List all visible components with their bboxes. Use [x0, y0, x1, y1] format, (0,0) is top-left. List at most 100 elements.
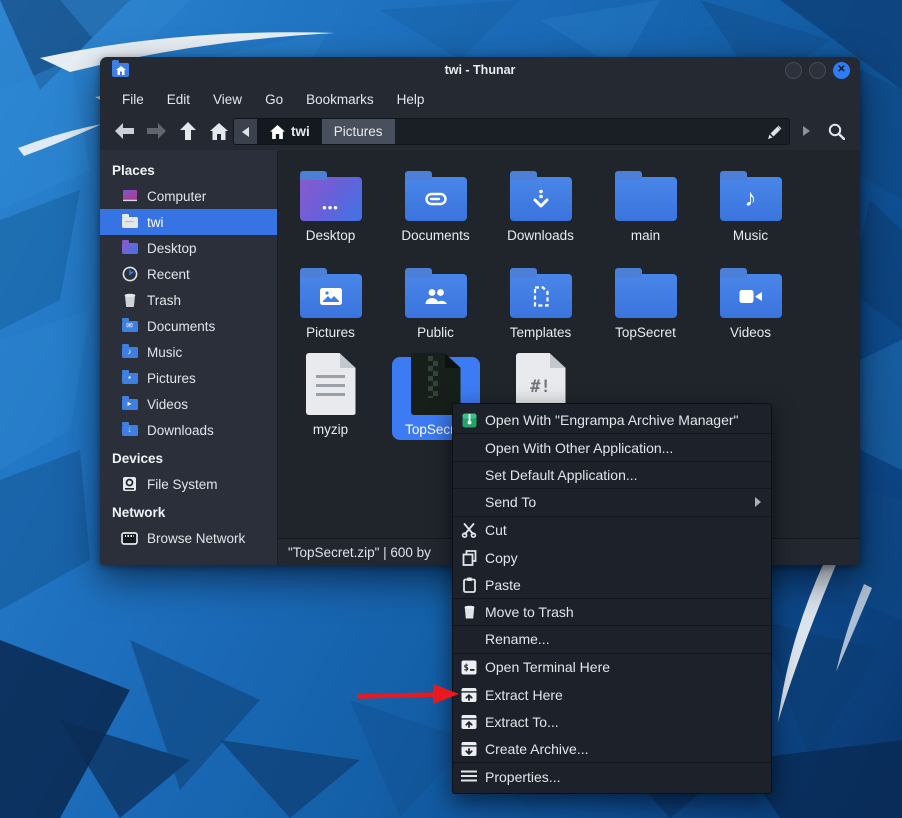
menu-item-paste[interactable]: Paste — [453, 571, 771, 598]
file-public[interactable]: Public — [383, 260, 488, 357]
engrampa-icon — [461, 412, 477, 428]
menu-help[interactable]: Help — [388, 89, 434, 110]
sidebar-item-twi[interactable]: — twi — [100, 209, 277, 235]
close-button[interactable] — [833, 62, 850, 79]
path-crumb-pictures[interactable]: Pictures — [322, 119, 395, 144]
video-camera-icon — [739, 289, 763, 304]
sidebar-item-pictures[interactable]: ▪ Pictures — [100, 365, 277, 391]
trash-icon — [121, 292, 138, 309]
file-myzip[interactable]: myzip — [278, 357, 383, 454]
extract-icon — [461, 687, 477, 703]
sidebar-item-browse-network[interactable]: Browse Network — [100, 525, 277, 551]
menu-item-rename[interactable]: Rename... — [453, 626, 771, 653]
home-icon — [270, 125, 285, 139]
menu-item-open-with-engrampa[interactable]: Open With "Engrampa Archive Manager" — [453, 407, 771, 434]
menu-item-extract-to[interactable]: Extract To... — [453, 708, 771, 735]
toolbar: twi Pictures — [100, 113, 860, 150]
sidebar-item-downloads[interactable]: ↓ Downloads — [100, 417, 277, 443]
sidebar-item-recent[interactable]: Recent — [100, 261, 277, 287]
file-documents[interactable]: Documents — [383, 163, 488, 260]
text-file-icon — [306, 353, 356, 415]
menu-item-open-terminal-here[interactable]: $ Open Terminal Here — [453, 654, 771, 681]
sidebar-item-trash[interactable]: Trash — [100, 287, 277, 313]
menu-go[interactable]: Go — [256, 89, 292, 110]
menu-item-properties[interactable]: Properties... — [453, 763, 771, 790]
sidebar-item-computer[interactable]: Computer — [100, 183, 277, 209]
downloads-folder-icon: ↓ — [121, 422, 138, 439]
menu-bookmarks[interactable]: Bookmarks — [297, 89, 383, 110]
sidebar-item-file-system[interactable]: File System — [100, 471, 277, 497]
sidebar-item-documents[interactable]: ✉ Documents — [100, 313, 277, 339]
menu-item-move-to-trash[interactable]: Move to Trash — [453, 599, 771, 626]
menu-item-send-to[interactable]: Send To — [453, 489, 771, 516]
search-button[interactable] — [822, 118, 850, 144]
status-text: "TopSecret.zip" | 600 by — [288, 545, 431, 560]
sidebar-header-places: Places — [100, 158, 277, 183]
clipboard-icon — [461, 577, 477, 593]
file-main[interactable]: main — [593, 163, 698, 260]
home-button[interactable] — [207, 119, 231, 143]
documents-folder-icon — [405, 177, 467, 221]
videos-folder-icon — [720, 274, 782, 318]
scissors-icon — [461, 522, 477, 538]
file-desktop[interactable]: ••• Desktop — [278, 163, 383, 260]
menu-view[interactable]: View — [204, 89, 251, 110]
sidebar-item-music[interactable]: ♪ Music — [100, 339, 277, 365]
plain-folder-icon — [615, 177, 677, 221]
trash-icon — [461, 604, 477, 620]
window-title: twi - Thunar — [100, 63, 860, 77]
sidebar-item-videos[interactable]: ▸ Videos — [100, 391, 277, 417]
documents-folder-icon: ✉ — [121, 318, 138, 335]
plain-folder-icon — [615, 274, 677, 318]
path-bar: twi Pictures — [233, 118, 790, 145]
people-icon — [424, 288, 448, 305]
computer-icon — [121, 188, 138, 205]
path-scroll-left-button[interactable] — [234, 119, 258, 144]
image-icon — [320, 288, 342, 305]
menu-item-copy[interactable]: Copy — [453, 544, 771, 571]
maximize-button[interactable] — [809, 62, 826, 79]
music-note-icon: ♪ — [745, 185, 757, 213]
public-folder-icon — [405, 274, 467, 318]
templates-folder-icon — [510, 274, 572, 318]
menu-item-open-with-other[interactable]: Open With Other Application... — [453, 434, 771, 461]
file-templates[interactable]: Templates — [488, 260, 593, 357]
submenu-arrow-icon — [755, 497, 761, 507]
pictures-folder-icon: ▪ — [121, 370, 138, 387]
file-downloads[interactable]: Downloads — [488, 163, 593, 260]
extract-icon — [461, 714, 477, 730]
edit-path-icon[interactable] — [761, 119, 789, 144]
menu-edit[interactable]: Edit — [158, 89, 199, 110]
sidebar: Places Computer — twi Desktop Recent — [100, 150, 278, 565]
back-button[interactable] — [112, 119, 136, 143]
sidebar-item-desktop[interactable]: Desktop — [100, 235, 277, 261]
drive-icon — [121, 476, 138, 493]
titlebar[interactable]: twi - Thunar — [100, 57, 860, 85]
music-folder-icon: ♪ — [720, 177, 782, 221]
properties-icon — [461, 769, 477, 785]
file-pictures[interactable]: Pictures — [278, 260, 383, 357]
up-button[interactable] — [176, 119, 200, 143]
file-topsecret-folder[interactable]: TopSecret — [593, 260, 698, 357]
path-crumb-home[interactable]: twi — [258, 119, 322, 144]
path-entry[interactable] — [395, 119, 761, 144]
sidebar-header-devices: Devices — [100, 446, 277, 471]
terminal-icon: $ — [461, 659, 477, 675]
file-music[interactable]: ♪ Music — [698, 163, 803, 260]
menu-item-create-archive[interactable]: Create Archive... — [453, 736, 771, 763]
svg-text:$: $ — [464, 663, 469, 673]
menu-item-cut[interactable]: Cut — [453, 517, 771, 544]
template-doc-icon — [532, 286, 550, 307]
home-folder-icon: — — [121, 214, 138, 231]
minimize-button[interactable] — [785, 62, 802, 79]
menu-item-extract-here[interactable]: Extract Here — [453, 681, 771, 708]
path-scroll-right-button[interactable] — [797, 120, 815, 142]
forward-button[interactable] — [144, 119, 168, 143]
music-folder-icon: ♪ — [121, 344, 138, 361]
menu-item-set-default-application[interactable]: Set Default Application... — [453, 462, 771, 489]
context-menu: Open With "Engrampa Archive Manager" Ope… — [452, 403, 772, 794]
paperclip-icon — [425, 192, 447, 206]
file-videos[interactable]: Videos — [698, 260, 803, 357]
menu-file[interactable]: File — [113, 89, 153, 110]
download-arrow-icon — [532, 189, 550, 209]
